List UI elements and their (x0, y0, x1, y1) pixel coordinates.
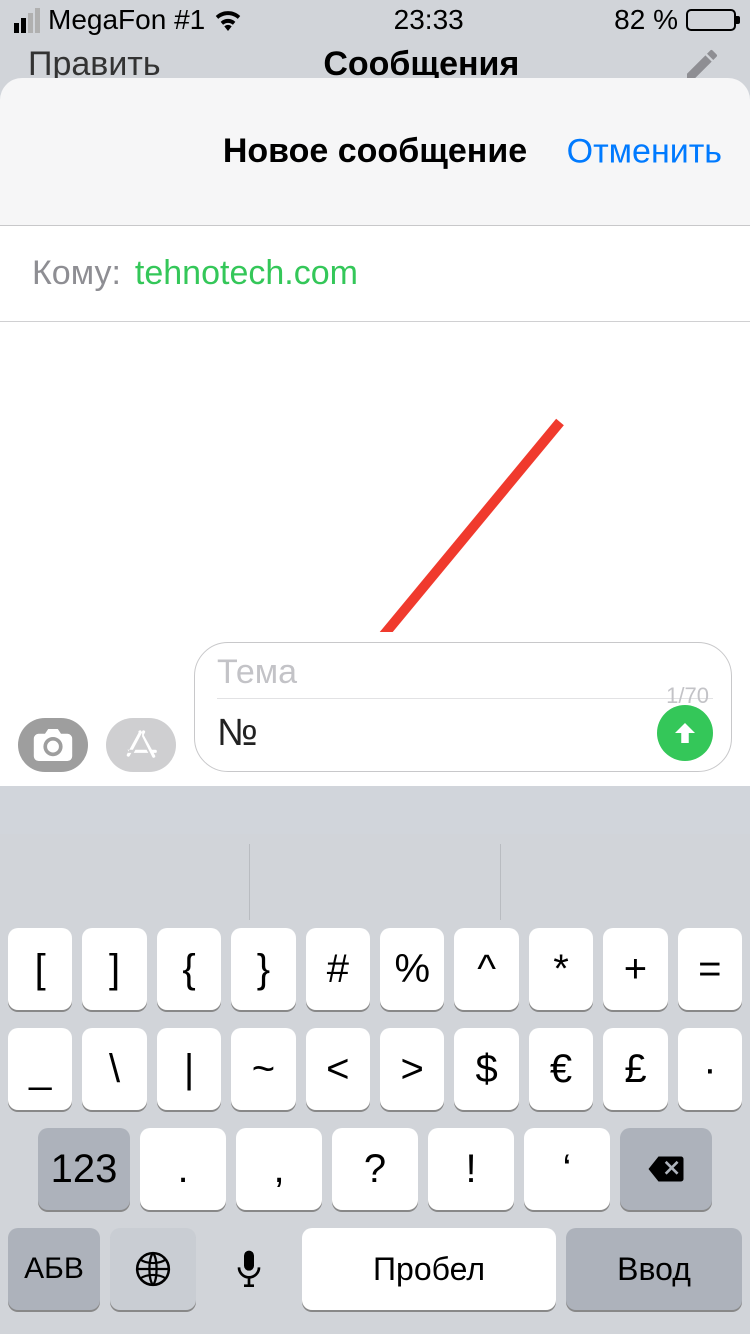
suggestion-slot[interactable] (0, 844, 250, 920)
battery-icon (686, 9, 736, 31)
dictation-key[interactable] (206, 1228, 292, 1310)
key[interactable]: | (157, 1028, 221, 1110)
space-key[interactable]: Пробел (302, 1228, 556, 1310)
key[interactable]: ? (332, 1128, 418, 1210)
app-store-icon[interactable] (106, 718, 176, 772)
key[interactable]: % (380, 928, 444, 1010)
message-input[interactable]: Тема 1/70 № (194, 642, 732, 772)
key[interactable]: < (306, 1028, 370, 1110)
wifi-icon (213, 9, 243, 31)
globe-key[interactable] (110, 1228, 196, 1310)
subject-field[interactable]: Тема (217, 653, 713, 699)
suggestion-slot[interactable] (501, 844, 750, 920)
key[interactable]: \ (82, 1028, 146, 1110)
return-key[interactable]: Ввод (566, 1228, 742, 1310)
key[interactable]: . (140, 1128, 226, 1210)
key[interactable]: # (306, 928, 370, 1010)
key-123[interactable]: 123 (38, 1128, 130, 1210)
key[interactable]: £ (603, 1028, 667, 1110)
carrier-label: MegaFon #1 (48, 4, 205, 36)
message-text[interactable]: № (217, 712, 258, 755)
key[interactable]: ] (82, 928, 146, 1010)
send-button[interactable] (657, 705, 713, 761)
recipient-row[interactable]: Кому: tehnotech.com (0, 226, 750, 322)
recipient-chip[interactable]: tehnotech.com (135, 254, 358, 293)
key[interactable]: { (157, 928, 221, 1010)
key[interactable]: * (529, 928, 593, 1010)
key[interactable]: > (380, 1028, 444, 1110)
key[interactable]: ~ (231, 1028, 295, 1110)
composer-input-bar: Тема 1/70 № (0, 632, 750, 786)
char-counter: 1/70 (666, 683, 709, 709)
key[interactable]: _ (8, 1028, 72, 1110)
message-body-area[interactable]: Тема 1/70 № (0, 322, 750, 786)
key[interactable]: + (603, 928, 667, 1010)
key[interactable]: · (678, 1028, 742, 1110)
backspace-key[interactable] (620, 1128, 712, 1210)
modal-nav-bar: Новое сообщение Отменить (0, 78, 750, 226)
key[interactable]: ‘ (524, 1128, 610, 1210)
suggestion-slot[interactable] (250, 844, 500, 920)
cellular-signal-icon (14, 8, 40, 33)
key[interactable]: = (678, 928, 742, 1010)
key[interactable]: [ (8, 928, 72, 1010)
key[interactable]: ^ (454, 928, 518, 1010)
status-bar: MegaFon #1 23:33 82 % (0, 0, 750, 40)
battery-percentage: 82 % (614, 4, 678, 36)
clock: 23:33 (394, 4, 464, 36)
key[interactable]: $ (454, 1028, 518, 1110)
camera-icon[interactable] (18, 718, 88, 772)
new-message-modal: Новое сообщение Отменить Кому: tehnotech… (0, 78, 750, 1334)
cancel-button[interactable]: Отменить (567, 132, 722, 171)
key[interactable]: € (529, 1028, 593, 1110)
key[interactable]: ! (428, 1128, 514, 1210)
suggestion-bar[interactable] (0, 844, 750, 920)
key-abc[interactable]: АБВ (8, 1228, 100, 1310)
modal-title: Новое сообщение (223, 132, 527, 171)
key[interactable]: } (231, 928, 295, 1010)
key[interactable]: , (236, 1128, 322, 1210)
keyboard: []{}#%^*+= _\|~<>$€£· 123 . , ? ! ‘ АБВ (0, 834, 750, 1334)
to-label: Кому: (32, 254, 121, 293)
